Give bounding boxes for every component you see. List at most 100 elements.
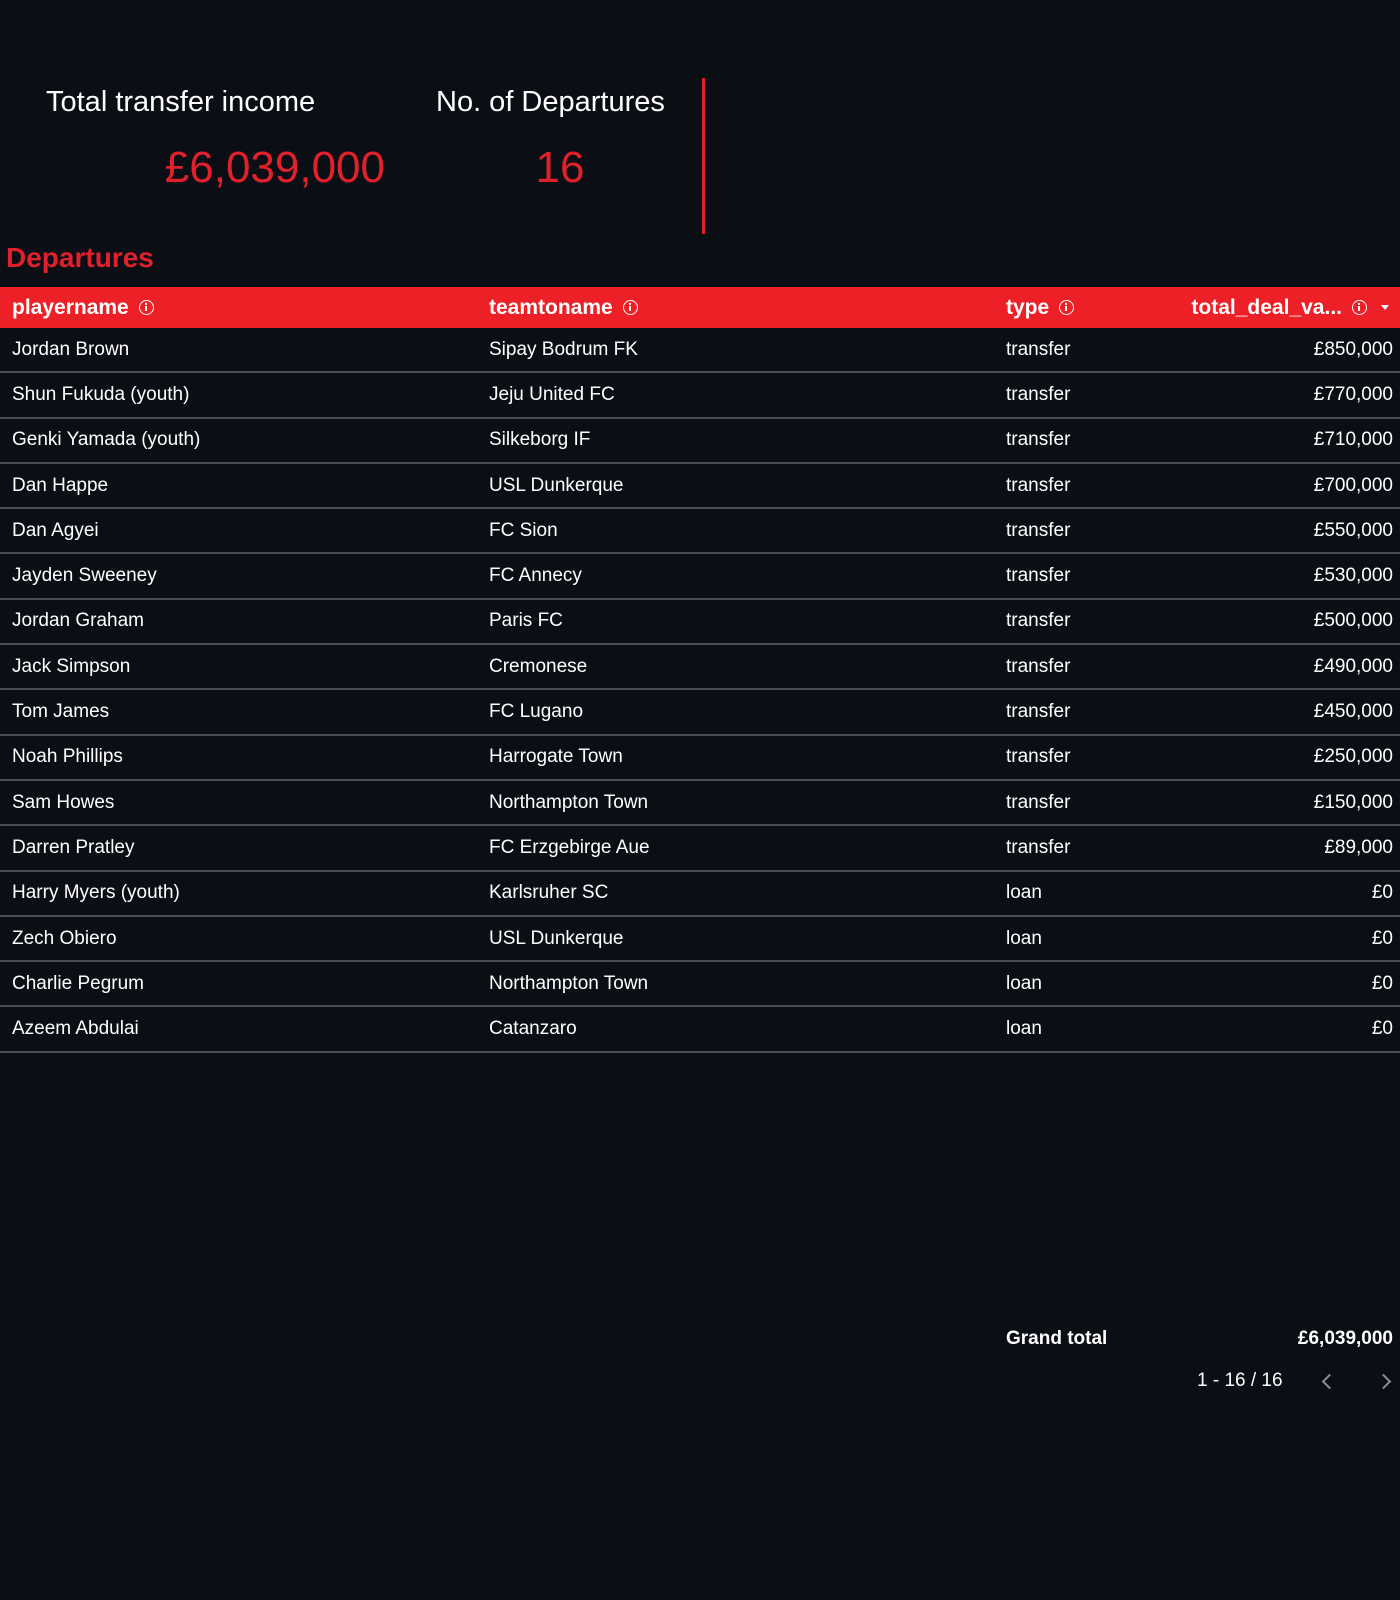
cell-playername: Dan Agyei xyxy=(12,519,99,541)
departures-table: playername teamtoname type total_deal_va… xyxy=(0,287,1400,1053)
info-icon[interactable] xyxy=(138,300,154,315)
kpi-total-transfer-income: Total transfer income £6,039,000 xyxy=(46,86,391,193)
sort-descending-icon[interactable] xyxy=(1381,305,1389,310)
kpi-divider xyxy=(702,78,705,234)
table-row[interactable]: Jack Simpson Cremonese transfer £490,000 xyxy=(0,645,1400,691)
cell-teamtoname: Sipay Bodrum FK xyxy=(489,338,638,360)
cell-type: transfer xyxy=(1006,383,1071,405)
info-icon[interactable] xyxy=(1059,300,1075,315)
table-row[interactable]: Jordan Graham Paris FC transfer £500,000 xyxy=(0,600,1400,646)
table-row[interactable]: Genki Yamada (youth) Silkeborg IF transfer… xyxy=(0,419,1400,464)
cell-type: transfer xyxy=(1006,565,1071,587)
column-header-label: teamtoname xyxy=(489,295,613,319)
chevron-right-icon[interactable] xyxy=(1375,1373,1391,1389)
cell-type: transfer xyxy=(1006,519,1071,541)
cell-type: transfer xyxy=(1006,655,1071,677)
table-row[interactable]: Zech Obiero USL Dunkerque loan £0 xyxy=(0,917,1400,963)
kpi-label: Total transfer income xyxy=(46,86,316,118)
table-row[interactable]: Noah Phillips Harrogate Town transfer £250,… xyxy=(0,736,1400,781)
cell-teamtoname: FC Erzgebirge Aue xyxy=(489,836,650,858)
pagination-range: 1 - 16 / 16 xyxy=(1197,1370,1283,1391)
info-icon[interactable] xyxy=(622,300,638,315)
kpi-label: No. of Departures xyxy=(436,86,665,118)
column-header-playername[interactable]: playername xyxy=(0,296,477,320)
table-body: Jordan Brown Sipay Bodrum FK transfer £850,… xyxy=(0,328,1400,1053)
cell-teamtoname: Harrogate Town xyxy=(489,746,623,768)
cell-playername: Noah Phillips xyxy=(12,746,123,768)
cell-playername: Dan Happe xyxy=(12,474,109,496)
column-header-total-deal-value[interactable]: total_deal_va... xyxy=(1164,296,1400,320)
cell-type: loan xyxy=(1006,927,1042,949)
cell-total-deal-value: £0 xyxy=(1371,972,1393,994)
cell-type: transfer xyxy=(1006,791,1071,813)
cell-total-deal-value: £710,000 xyxy=(1313,429,1393,451)
cell-playername: Zech Obiero xyxy=(12,927,117,949)
cell-playername: Azeem Abdulai xyxy=(12,1018,139,1040)
table-row[interactable]: Jayden Sweeney FC Annecy transfer £530,000 xyxy=(0,554,1400,600)
cell-total-deal-value: £0 xyxy=(1371,882,1393,904)
cell-teamtoname: Jeju United FC xyxy=(489,383,615,405)
grand-total-value: £6,039,000 xyxy=(1297,1328,1393,1349)
cell-total-deal-value: £530,000 xyxy=(1313,565,1393,587)
cell-type: transfer xyxy=(1006,338,1071,360)
table-row[interactable]: Harry Myers (youth) Karlsruher SC loan £0 xyxy=(0,872,1400,917)
cell-type: transfer xyxy=(1006,610,1071,632)
dashboard-page: Total transfer income £6,039,000 No. of … xyxy=(0,0,1400,1600)
table-row[interactable]: Darren Pratley FC Erzgebirge Aue transfer £… xyxy=(0,826,1400,872)
cell-type: loan xyxy=(1006,882,1042,904)
column-header-label: total_deal_va... xyxy=(1191,295,1342,319)
column-header-type[interactable]: type xyxy=(994,296,1164,320)
cell-type: transfer xyxy=(1006,429,1071,451)
cell-type: transfer xyxy=(1006,746,1071,768)
section-title: Departures xyxy=(6,242,154,273)
kpi-value: 16 xyxy=(535,143,585,192)
table-row[interactable]: Tom James FC Lugano transfer £450,000 xyxy=(0,690,1400,736)
cell-teamtoname: FC Annecy xyxy=(489,565,582,587)
cell-teamtoname: Cremonese xyxy=(489,655,588,677)
table-row[interactable]: Charlie Pegrum Northampton Town loan £0 xyxy=(0,962,1400,1008)
cell-total-deal-value: £770,000 xyxy=(1313,383,1393,405)
cell-type: transfer xyxy=(1006,701,1071,723)
cell-total-deal-value: £250,000 xyxy=(1313,746,1393,768)
grand-total-row: Grand total £6,039,000 xyxy=(1006,1328,1393,1350)
pagination: 1 - 16 / 16 xyxy=(1150,1370,1393,1392)
cell-type: loan xyxy=(1006,972,1042,994)
cell-teamtoname: USL Dunkerque xyxy=(489,927,624,949)
table-row[interactable]: Azeem Abdulai Catanzaro loan £0 xyxy=(0,1007,1400,1053)
table-row[interactable]: Sam Howes Northampton Town transfer £150,00… xyxy=(0,781,1400,827)
chevron-left-icon[interactable] xyxy=(1321,1373,1337,1389)
cell-teamtoname: Paris FC xyxy=(489,610,563,632)
cell-total-deal-value: £150,000 xyxy=(1313,791,1393,813)
table-row[interactable]: Jordan Brown Sipay Bodrum FK transfer £850,… xyxy=(0,328,1400,374)
cell-teamtoname: Northampton Town xyxy=(489,791,649,813)
info-icon[interactable] xyxy=(1352,300,1367,315)
kpi-no-of-departures: No. of Departures 16 xyxy=(436,86,666,193)
cell-playername: Harry Myers (youth) xyxy=(12,882,180,904)
cell-total-deal-value: £700,000 xyxy=(1313,474,1393,496)
table-row[interactable]: Shun Fukuda (youth) Jeju United FC transfe… xyxy=(0,373,1400,419)
cell-playername: Jack Simpson xyxy=(12,655,131,677)
cell-playername: Darren Pratley xyxy=(12,836,135,858)
cell-total-deal-value: £0 xyxy=(1371,927,1393,949)
column-header-teamtoname[interactable]: teamtoname xyxy=(477,296,994,320)
table-row[interactable]: Dan Agyei FC Sion transfer £550,000 xyxy=(0,509,1400,555)
cell-playername: Jayden Sweeney xyxy=(12,565,157,587)
column-header-label: type xyxy=(1006,295,1050,319)
cell-total-deal-value: £500,000 xyxy=(1313,610,1393,632)
cell-playername: Shun Fukuda (youth) xyxy=(12,383,190,405)
cell-playername: Jordan Graham xyxy=(12,610,145,632)
cell-total-deal-value: £490,000 xyxy=(1313,655,1393,677)
kpi-value: £6,039,000 xyxy=(164,143,385,192)
cell-type: loan xyxy=(1006,1018,1042,1040)
cell-teamtoname: FC Lugano xyxy=(489,701,584,723)
cell-total-deal-value: £89,000 xyxy=(1324,836,1393,858)
cell-total-deal-value: £0 xyxy=(1371,1018,1393,1040)
cell-playername: Genki Yamada (youth) xyxy=(12,429,201,451)
table-row[interactable]: Dan Happe USL Dunkerque transfer £700,000 xyxy=(0,464,1400,510)
cell-teamtoname: Silkeborg IF xyxy=(489,429,591,451)
column-header-label: playername xyxy=(12,295,129,319)
cell-total-deal-value: £850,000 xyxy=(1313,338,1393,360)
grand-total-label: Grand total xyxy=(1006,1328,1108,1349)
cell-teamtoname: Catanzaro xyxy=(489,1018,577,1040)
cell-total-deal-value: £450,000 xyxy=(1313,701,1393,723)
